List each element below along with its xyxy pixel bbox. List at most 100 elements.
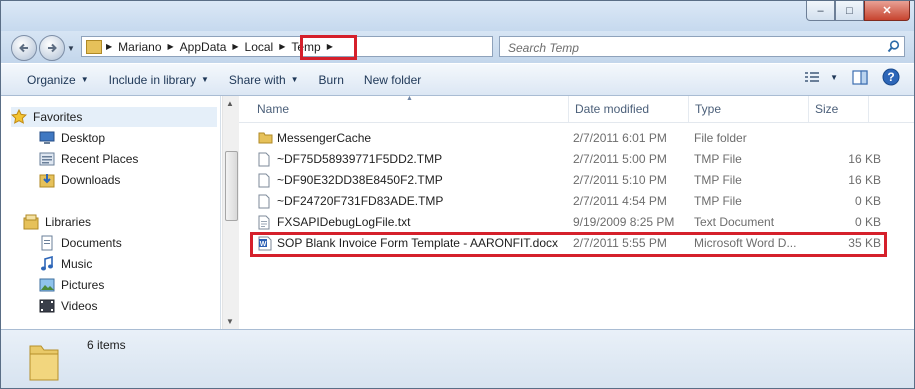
nav-item-label: Desktop [61,131,106,145]
breadcrumb-separator-icon[interactable]: ▶ [166,42,176,51]
file-row[interactable]: ~DF90E32DD38E8450F2.TMP 2/7/2011 5:10 PM… [239,170,914,191]
toolbar-right-group: ▼ ? [804,68,900,86]
pictures-icon [39,278,55,292]
chevron-down-icon: ▼ [201,75,209,84]
details-view-icon [805,72,820,82]
file-icon [258,173,270,191]
scrollbar-thumb[interactable] [225,151,238,221]
nav-item-pictures[interactable]: Pictures [39,275,220,295]
docx-row-highlight [250,232,887,257]
item-count: 6 items [87,338,126,352]
navigation-pane[interactable]: Favorites Desktop Recent Places Download… [1,96,221,329]
file-date: 2/7/2011 4:54 PM [573,194,667,208]
desktop-icon [39,131,55,145]
file-name: ~DF75D58939771F5DD2.TMP [277,152,443,166]
file-type: TMP File [694,152,742,166]
scroll-down-icon[interactable]: ▼ [226,317,234,326]
content-area: Favorites Desktop Recent Places Download… [1,95,914,329]
column-header-size[interactable]: Size [809,96,869,122]
share-with-button[interactable]: Share with ▼ [219,67,309,92]
organize-button[interactable]: Organize ▼ [17,67,99,92]
back-button[interactable] [11,35,37,61]
documents-icon [39,235,55,251]
file-type: File folder [694,131,747,145]
file-row[interactable]: MessengerCache 2/7/2011 6:01 PM File fol… [239,128,914,149]
file-name: MessengerCache [277,131,372,145]
scroll-up-icon[interactable]: ▲ [226,99,234,108]
folder-large-icon [27,338,61,385]
file-type: TMP File [694,173,742,187]
nav-item-label: Documents [61,236,122,250]
svg-text:?: ? [887,70,894,84]
column-header-type[interactable]: Type [689,96,809,122]
preview-pane-icon[interactable] [852,69,868,85]
close-button[interactable]: ✕ [864,1,910,21]
include-in-library-button[interactable]: Include in library ▼ [99,67,219,92]
nav-item-desktop[interactable]: Desktop [39,128,220,148]
share-with-label: Share with [228,72,286,87]
maximize-button[interactable]: □ [835,1,864,21]
file-name: ~DF90E32DD38E8450F2.TMP [277,173,443,187]
file-type: TMP File [694,194,742,208]
search-input[interactable] [506,38,880,57]
caption-buttons: – □ ✕ [806,1,910,21]
file-row[interactable]: ~DF75D58939771F5DD2.TMP 2/7/2011 5:00 PM… [239,149,914,170]
file-size: 0 KB [854,215,881,229]
nav-item-music[interactable]: Music [39,254,220,274]
nav-favorites[interactable]: Favorites [11,107,217,127]
explorer-window: – □ ✕ ▼ ▶ Mariano ▶ AppData ▶ Local ▶ Te… [0,0,915,389]
burn-label: Burn [318,72,344,87]
nav-item-downloads[interactable]: Downloads [39,170,220,190]
column-size-label: Size [815,102,839,116]
back-arrow-icon [19,43,28,53]
chevron-down-icon: ▼ [290,75,299,84]
chevron-down-icon[interactable]: ▼ [830,73,838,82]
breadcrumb-local[interactable]: Local [241,40,278,54]
search-icon[interactable] [887,40,900,53]
breadcrumb-mariano[interactable]: Mariano [114,40,165,54]
libraries-icon [23,214,39,230]
breadcrumb-separator-icon[interactable]: ▶ [277,42,287,51]
nav-item-label: Downloads [61,173,121,187]
breadcrumb-separator-icon[interactable]: ▶ [230,42,240,51]
address-bar[interactable]: ▶ Mariano ▶ AppData ▶ Local ▶ Temp ▶ ▼ [81,36,568,57]
details-pane: 6 items [1,329,914,388]
breadcrumb-appdata[interactable]: AppData [176,40,231,54]
recent-places-icon [39,152,55,166]
file-list: ▲ Name Date modified Type Size Messenger… [239,95,914,329]
nav-item-videos[interactable]: Videos [39,296,220,316]
search-box[interactable] [499,36,905,57]
file-row[interactable]: FXSAPIDebugLogFile.txt 9/19/2009 8:25 PM… [239,212,914,233]
help-icon[interactable]: ? [882,68,900,86]
burn-button[interactable]: Burn [309,67,354,92]
recent-pages-dropdown-icon[interactable]: ▼ [67,44,75,53]
text-file-icon [258,215,270,233]
navigation-scrollbar[interactable]: ▲ ▼ [222,96,239,329]
nav-item-label: Pictures [61,278,105,292]
forward-button[interactable] [39,35,65,61]
new-folder-button[interactable]: New folder [354,67,431,92]
file-size: 0 KB [854,194,881,208]
file-date: 2/7/2011 6:01 PM [573,131,667,145]
file-row[interactable]: ~DF24720F731FD83ADE.TMP 2/7/2011 4:54 PM… [239,191,914,212]
nav-item-documents[interactable]: Documents [39,233,220,253]
nav-item-recent-places[interactable]: Recent Places [39,149,220,169]
breadcrumb-separator-icon[interactable]: ▶ [104,42,114,51]
nav-libraries[interactable]: Libraries [23,212,220,232]
minimize-button[interactable]: – [806,1,835,21]
title-bar[interactable]: – □ ✕ [1,1,914,31]
nav-libraries-label: Libraries [45,215,92,229]
videos-icon [39,299,55,313]
file-icon [258,152,270,170]
downloads-icon [39,172,55,188]
address-row: ▼ ▶ Mariano ▶ AppData ▶ Local ▶ Temp ▶ ▼ [1,31,914,63]
nav-favorites-label: Favorites [33,110,83,124]
views-button[interactable]: ▼ [804,70,838,84]
column-header-name[interactable]: Name [251,96,569,122]
column-header-date[interactable]: Date modified [569,96,689,122]
folder-icon [86,40,102,54]
file-size: 16 KB [848,152,881,166]
file-size: 16 KB [848,173,881,187]
column-header-row: ▲ Name Date modified Type Size [239,95,914,123]
nav-item-label: Videos [61,299,98,313]
